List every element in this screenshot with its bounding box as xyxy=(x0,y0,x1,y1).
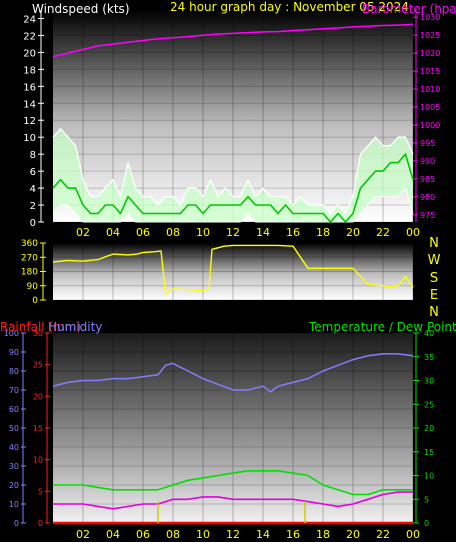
rain-x-tick-label: 10 xyxy=(196,528,210,541)
wind-y-tick-label: 16 xyxy=(23,82,36,93)
wind-x-tick-label: 18 xyxy=(316,226,330,239)
temp-y-tick-label: 30 xyxy=(424,377,434,386)
wind-x-tick-label: 22 xyxy=(376,226,390,239)
humidity-y-tick-label: 70 xyxy=(9,386,19,395)
humidity-y-tick-label: 80 xyxy=(9,367,19,376)
wind-x-tick-label: 14 xyxy=(256,226,270,239)
rain-x-tick-label: 12 xyxy=(226,528,240,541)
wind-x-tick-label: 16 xyxy=(286,226,300,239)
humidity-y-tick-label: 90 xyxy=(9,348,19,357)
temp-y-tick-label: 15 xyxy=(424,448,434,457)
direction-y-tick-label: 360 xyxy=(21,239,38,249)
wind-y-tick-label: 18 xyxy=(23,65,36,76)
rain-y-tick-label: 10 xyxy=(33,456,43,465)
direction-y-tick-label: 270 xyxy=(21,253,38,263)
rain-x-tick-label: 14 xyxy=(256,528,270,541)
humidity-y-tick-label: 10 xyxy=(9,500,19,509)
barometer-y-tick-label: 1025 xyxy=(420,31,440,40)
wind-y-tick-label: 2 xyxy=(30,201,36,212)
barometer-y-tick-label: 990 xyxy=(420,157,435,166)
rain-x-tick-label: 22 xyxy=(376,528,390,541)
wind-x-tick-label: 06 xyxy=(136,226,150,239)
wind-y-tick-label: 10 xyxy=(23,133,36,144)
temp-y-tick-label: 35 xyxy=(424,353,434,362)
rain-x-tick-label: 08 xyxy=(166,528,180,541)
rain-x-tick-label: 16 xyxy=(286,528,300,541)
direction-y-tick-label: 90 xyxy=(27,282,39,292)
barometer-y-tick-label: 1005 xyxy=(420,103,440,112)
rain-x-tick-label: 04 xyxy=(106,528,120,541)
temp-y-tick-label: 5 xyxy=(424,495,429,504)
humidity-y-tick-label: 40 xyxy=(9,443,19,452)
rain-y-tick-label: 5 xyxy=(38,487,43,496)
compass-letter-e: E xyxy=(430,288,438,303)
wind-y-tick-label: 20 xyxy=(23,48,36,59)
temp-y-tick-label: 0 xyxy=(424,519,429,528)
wind-axis-label: Windspeed (kts) xyxy=(32,2,130,16)
humidity-y-tick-label: 20 xyxy=(9,481,19,490)
barometer-y-tick-label: 995 xyxy=(420,139,435,148)
wind-y-tick-label: 0 xyxy=(30,218,36,229)
temp-y-tick-label: 20 xyxy=(424,424,434,433)
barometer-y-tick-label: 975 xyxy=(420,211,435,220)
wind-y-tick-label: 6 xyxy=(30,167,36,178)
wind-x-tick-label: 00 xyxy=(406,226,420,239)
rain-y-tick-label: 0 xyxy=(38,519,43,528)
compass-letter-s: S xyxy=(430,271,438,286)
wind-y-tick-label: 8 xyxy=(30,150,36,161)
rain-y-tick-label: 25 xyxy=(33,361,43,370)
barometer-y-tick-label: 1010 xyxy=(420,85,440,94)
wind-x-tick-label: 12 xyxy=(226,226,240,239)
barometer-y-tick-label: 1015 xyxy=(420,67,440,76)
direction-y-tick-label: 180 xyxy=(21,268,38,278)
wind-x-tick-label: 02 xyxy=(76,226,90,239)
wind-x-tick-label: 10 xyxy=(196,226,210,239)
wind-y-tick-label: 22 xyxy=(23,31,36,42)
compass-letter-n: N xyxy=(429,305,439,320)
barometer-y-tick-label: 1020 xyxy=(420,49,440,58)
humidity-legend-label: Humidity xyxy=(48,320,102,334)
rain-x-tick-label: 00 xyxy=(406,528,420,541)
rain-y-tick-label: 15 xyxy=(33,424,43,433)
weather-chart: 0246810121416182022249759809859909951000… xyxy=(0,0,456,541)
temp-y-tick-label: 25 xyxy=(424,400,434,409)
humidity-y-tick-label: 50 xyxy=(9,424,19,433)
rain-x-tick-label: 06 xyxy=(136,528,150,541)
direction-y-tick-label: 0 xyxy=(32,296,38,306)
humidity-y-tick-label: 0 xyxy=(14,519,19,528)
wind-x-tick-label: 04 xyxy=(106,226,120,239)
barometer-y-tick-label: 1000 xyxy=(420,121,440,130)
barometer-y-tick-label: 985 xyxy=(420,175,435,184)
humidity-y-tick-label: 30 xyxy=(9,462,19,471)
wind-x-tick-label: 20 xyxy=(346,226,360,239)
humidity-y-tick-label: 60 xyxy=(9,405,19,414)
wind-y-tick-label: 14 xyxy=(23,99,36,110)
wind-x-tick-label: 08 xyxy=(166,226,180,239)
rain-x-tick-label: 20 xyxy=(346,528,360,541)
rain-y-tick-label: 20 xyxy=(33,392,43,401)
temp-dewpoint-legend-label: Temperature / Dew Point (°C) xyxy=(308,320,456,334)
temp-y-tick-label: 10 xyxy=(424,472,434,481)
barometer-y-tick-label: 980 xyxy=(420,193,435,202)
wind-y-tick-label: 12 xyxy=(23,116,36,127)
wind-y-tick-label: 4 xyxy=(30,184,36,195)
rain-x-tick-label: 02 xyxy=(76,528,90,541)
compass-letter-w: W xyxy=(428,253,441,268)
rain-x-tick-label: 18 xyxy=(316,528,330,541)
wind-y-tick-label: 24 xyxy=(23,14,36,25)
barometer-axis-label: Barometer (hpa) xyxy=(362,2,456,16)
compass-letter-n: N xyxy=(429,236,439,251)
